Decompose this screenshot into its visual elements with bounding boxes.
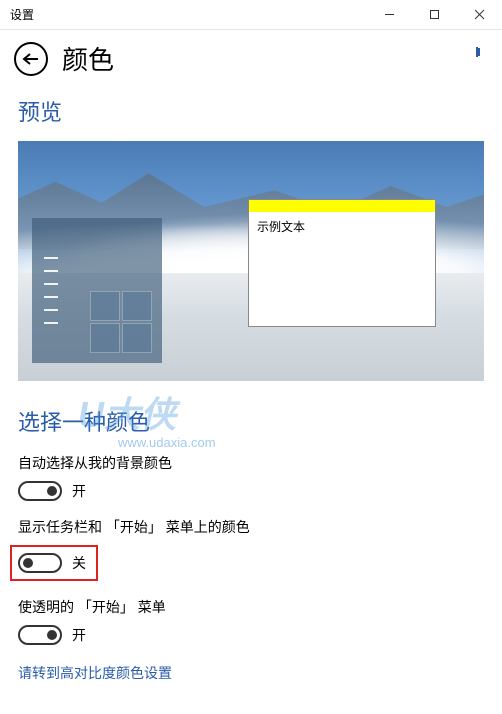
transparent-start-toggle[interactable]: [18, 625, 62, 645]
choose-color-title: 选择一种颜色 U大侠 www.udaxia.com: [18, 405, 484, 437]
auto-pick-state: 开: [72, 481, 86, 501]
watermark-url: www.udaxia.com: [118, 435, 216, 450]
auto-pick-toggle[interactable]: [18, 481, 62, 501]
auto-pick-label: 自动选择从我的背景颜色: [18, 453, 484, 473]
option-transparent-start: 使透明的 「开始」 菜单 开: [18, 597, 484, 645]
option-show-taskbar: 显示任务栏和 「开始」 菜单上的颜色 关: [18, 517, 484, 581]
window-titlebar: 设置: [0, 0, 502, 30]
minimize-button[interactable]: [367, 0, 412, 29]
highlighted-toggle-box: 关: [10, 545, 98, 581]
back-button[interactable]: [14, 42, 48, 76]
start-menu-preview: [32, 218, 162, 363]
content-area: 预览 示例文本 选择一种颜色 U大侠 www.udaxia.com 自动选择从我…: [0, 83, 502, 683]
page-header: 颜色: [0, 30, 502, 83]
close-button[interactable]: [457, 0, 502, 29]
option-auto-pick: 自动选择从我的背景颜色 开: [18, 453, 484, 501]
window-title: 设置: [0, 6, 367, 23]
sample-window-preview: 示例文本: [248, 199, 436, 327]
sample-text: 示例文本: [249, 212, 435, 241]
show-taskbar-label: 显示任务栏和 「开始」 菜单上的颜色: [18, 517, 484, 537]
transparent-start-state: 开: [72, 625, 86, 645]
show-taskbar-state: 关: [72, 553, 86, 573]
maximize-button[interactable]: [412, 0, 457, 29]
color-preview: 示例文本: [18, 141, 484, 381]
pin-icon[interactable]: [464, 44, 484, 63]
window-controls: [367, 0, 502, 29]
transparent-start-label: 使透明的 「开始」 菜单: [18, 597, 484, 617]
show-taskbar-toggle[interactable]: [18, 553, 62, 573]
page-title: 颜色: [62, 40, 114, 77]
preview-section-title: 预览: [18, 95, 484, 127]
high-contrast-link[interactable]: 请转到高对比度颜色设置: [18, 663, 484, 683]
